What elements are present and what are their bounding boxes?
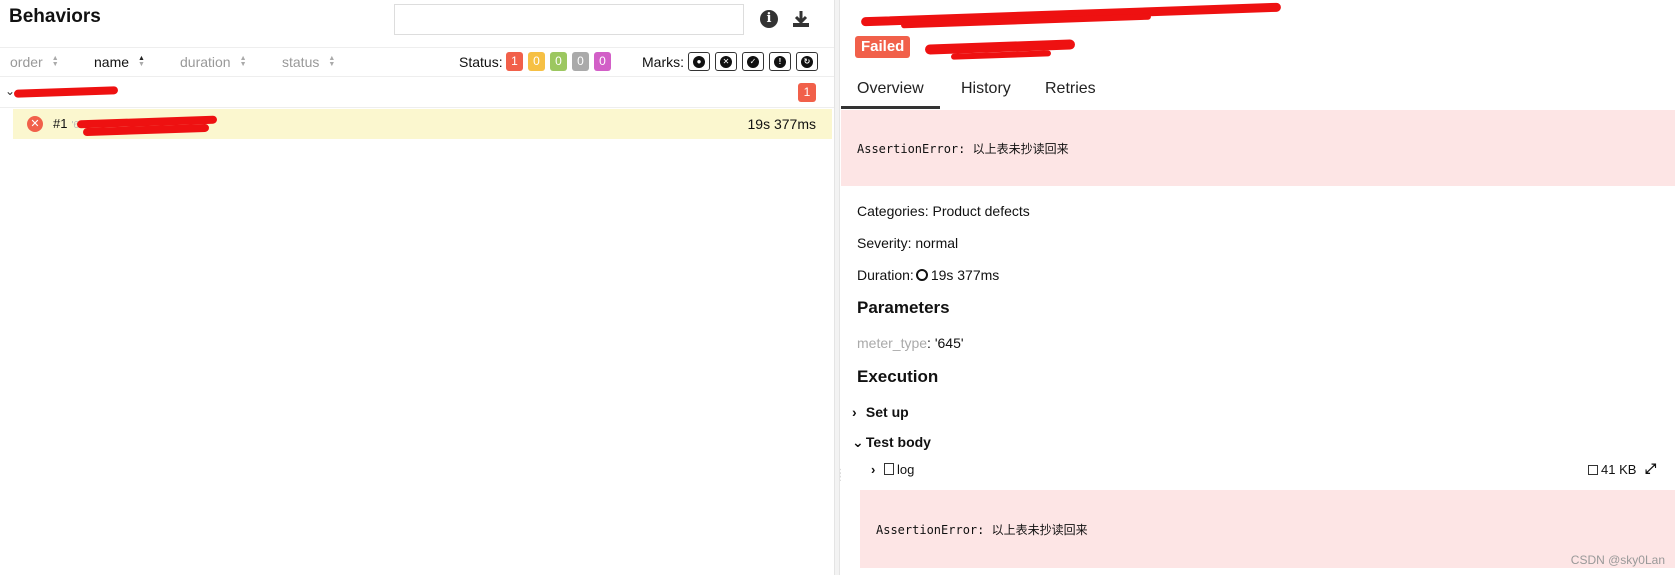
severity-line: Severity: normal — [857, 235, 959, 251]
sort-icon: ▲ ▼ — [138, 55, 145, 68]
attachment-size: 41 KB — [1588, 462, 1636, 477]
file-icon — [884, 463, 894, 475]
check-circle-icon[interactable]: ✓ — [742, 52, 764, 71]
sort-icon: ▲ ▼ — [328, 55, 336, 68]
test-row[interactable]: ✕ #1'645' 19s 377ms — [13, 109, 832, 139]
status-skipped-badge[interactable]: 0 — [572, 52, 589, 71]
setup-step[interactable]: › Set up — [852, 404, 909, 420]
error-message: AssertionError: 以上表未抄读回来 — [857, 142, 1069, 156]
parameter-row: meter_type: '645' — [857, 335, 964, 351]
search-input[interactable] — [394, 4, 744, 35]
failed-status-icon: ✕ — [27, 116, 43, 132]
log-content-box: AssertionError: 以上表未抄读回来 — [860, 490, 1675, 568]
page-title: Behaviors — [9, 6, 101, 27]
pane-splitter[interactable]: ⋮⋮ — [834, 0, 846, 575]
watermark: CSDN @sky0Lan — [1570, 553, 1665, 567]
execution-title: Execution — [857, 367, 939, 386]
log-message: AssertionError: 以上表未抄读回来 — [876, 523, 1088, 537]
exclamation-icon[interactable]: ! — [769, 52, 791, 71]
sort-status[interactable]: status ▲ ▼ — [282, 54, 335, 70]
tab-overview[interactable]: Overview — [841, 80, 940, 109]
x-circle-icon[interactable]: ✕ — [715, 52, 737, 71]
status-badge: Failed — [855, 36, 911, 58]
status-passed-badge[interactable]: 0 — [550, 52, 567, 71]
tab-history[interactable]: History — [961, 80, 1011, 106]
save-icon — [1588, 465, 1598, 475]
chevron-right-icon: › — [852, 404, 857, 420]
group-count-badge: 1 — [798, 83, 816, 102]
behaviors-pane: Behaviors i order ▲ ▼ name ▲ ▼ duration ▲ ▼… — [0, 0, 834, 575]
sort-icon: ▲ ▼ — [51, 55, 59, 68]
error-message-box: AssertionError: 以上表未抄读回来 — [841, 110, 1675, 186]
toolbar: order ▲ ▼ name ▲ ▼ duration ▲ ▼ status ▲ ▼ S… — [0, 47, 834, 77]
categories-line: Categories: Product defects — [857, 203, 1030, 219]
chevron-right-icon: › — [871, 462, 876, 477]
clock-icon — [915, 269, 928, 281]
refresh-icon[interactable]: ↻ — [796, 52, 818, 71]
duration-line: Duration: 19s 377ms — [857, 267, 1000, 283]
sort-icon: ▲ ▼ — [239, 55, 247, 68]
status-unknown-badge[interactable]: 0 — [594, 52, 611, 71]
sort-duration[interactable]: duration ▲ ▼ — [180, 54, 247, 70]
sort-order[interactable]: order ▲ ▼ — [10, 54, 59, 70]
test-detail-pane: Failed Overview History Retries Assertio… — [841, 0, 1675, 575]
marks-label: Marks: — [642, 54, 684, 70]
expand-icon[interactable]: ⤢ — [1645, 460, 1656, 477]
status-failed-badge[interactable]: 1 — [506, 52, 523, 71]
attachment-row[interactable]: › log — [871, 462, 914, 477]
chevron-down-icon: ⌄ — [852, 434, 864, 450]
tab-bar: Overview History Retries — [841, 74, 1675, 109]
status-label: Status: — [459, 54, 503, 70]
sort-name[interactable]: name ▲ ▼ — [94, 54, 145, 70]
status-broken-badge[interactable]: 0 — [528, 52, 545, 71]
parameters-title: Parameters — [857, 298, 950, 317]
group-row[interactable]: ⌄ 1 — [0, 78, 834, 108]
redaction-mark — [13, 86, 119, 98]
info-icon[interactable]: i — [759, 9, 779, 29]
tab-retries[interactable]: Retries — [1045, 80, 1096, 106]
testbody-step[interactable]: ⌄ Test body — [852, 434, 931, 451]
download-icon[interactable] — [791, 9, 811, 29]
bomb-icon[interactable]: ● — [688, 52, 710, 71]
test-duration: 19s 377ms — [747, 116, 816, 132]
